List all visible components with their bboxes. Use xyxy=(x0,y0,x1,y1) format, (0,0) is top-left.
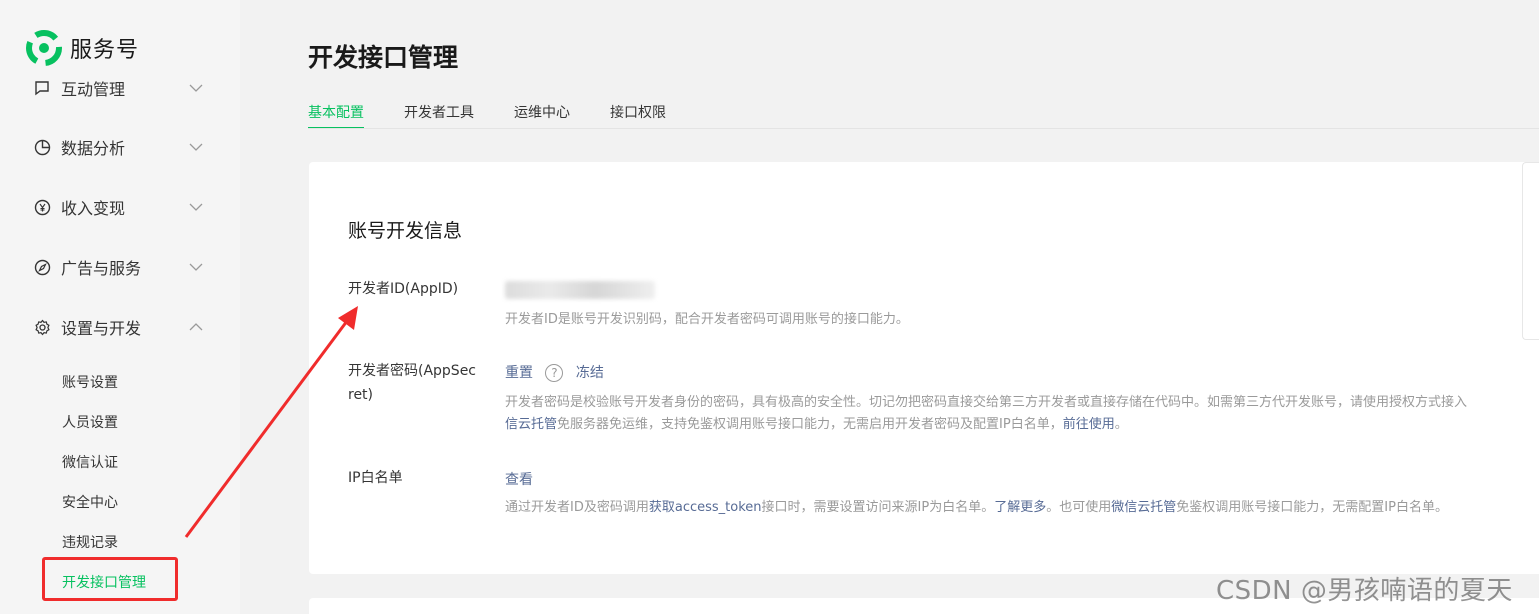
appsecret-description-line2: 信云托管免服务器免运维，支持免鉴权调用账号接口能力，无需启用开发者密码及配置IP… xyxy=(505,414,1128,436)
tab-interface-permissions[interactable]: 接口权限 xyxy=(610,102,666,129)
desc-text: 。 xyxy=(1114,417,1128,432)
get-access-token-link[interactable]: 获取access_token xyxy=(649,500,762,515)
appid-value-redacted xyxy=(505,281,655,299)
view-ip-whitelist-link[interactable]: 查看 xyxy=(505,469,533,489)
sidebar-item-security-center[interactable]: 安全中心 xyxy=(62,492,118,512)
go-use-link[interactable]: 前往使用 xyxy=(1063,417,1115,432)
appsecret-actions: 重置 ? 冻结 xyxy=(505,362,604,382)
appid-label: 开发者ID(AppID) xyxy=(348,281,459,297)
chevron-up-icon xyxy=(189,320,203,334)
gear-icon xyxy=(33,318,51,336)
sidebar-group-monetization[interactable]: 收入变现 xyxy=(33,195,203,219)
chevron-down-icon xyxy=(189,200,203,214)
sidebar-item-member-settings[interactable]: 人员设置 xyxy=(62,412,118,432)
message-icon xyxy=(33,81,51,97)
sidebar-group-label: 收入变现 xyxy=(61,199,126,218)
reset-secret-link[interactable]: 重置 xyxy=(505,365,533,381)
desc-text: 接口时，需要设置访问来源IP为白名单。 xyxy=(761,500,995,515)
wechat-cloud-hosting-link[interactable]: 微信云托管 xyxy=(1111,500,1176,515)
compass-icon xyxy=(33,258,51,276)
section-title: 账号开发信息 xyxy=(348,220,463,242)
desc-text: 免服务器免运维，支持免鉴权调用账号接口能力，无需启用开发者密码及配置IP白名单， xyxy=(557,417,1063,432)
appid-description: 开发者ID是账号开发识别码，配合开发者密码可调用账号的接口能力。 xyxy=(505,312,909,327)
tab-basic-config[interactable]: 基本配置 xyxy=(308,102,364,129)
sidebar-group-label: 数据分析 xyxy=(61,139,126,158)
chevron-down-icon xyxy=(189,140,203,154)
sidebar-group-ads-services[interactable]: 广告与服务 xyxy=(33,255,203,279)
tab-developer-tools[interactable]: 开发者工具 xyxy=(404,102,474,129)
brand[interactable]: 服务号 xyxy=(26,30,139,66)
brand-name: 服务号 xyxy=(70,38,140,63)
ip-whitelist-label: IP白名单 xyxy=(348,470,403,486)
sidebar: 服务号 互动管理 数据分析 收入变现 广告与服务 设置与开发 账号设置 人员设置… xyxy=(0,0,240,614)
appsecret-label: 开发者密码(AppSecret) xyxy=(348,363,477,403)
sidebar-group-interaction[interactable]: 互动管理 xyxy=(33,80,203,100)
wechat-official-logo-icon xyxy=(26,30,62,66)
tabs-divider xyxy=(308,128,1539,129)
sidebar-item-account-settings[interactable]: 账号设置 xyxy=(62,372,118,392)
sidebar-item-violation-records[interactable]: 违规记录 xyxy=(62,532,118,552)
wechat-cloud-hosting-link[interactable]: 信云托管 xyxy=(505,417,557,432)
learn-more-link[interactable]: 了解更多 xyxy=(994,500,1046,515)
floating-panel-edge xyxy=(1522,162,1539,340)
tab-ops-center[interactable]: 运维中心 xyxy=(514,102,570,129)
chevron-down-icon xyxy=(189,260,203,274)
page-title: 开发接口管理 xyxy=(308,43,459,72)
watermark: CSDN @男孩喃语的夏天 xyxy=(1216,576,1513,606)
sidebar-item-wechat-verification[interactable]: 微信认证 xyxy=(62,452,118,472)
desc-text: 免鉴权调用账号接口能力，无需配置IP白名单。 xyxy=(1176,500,1448,515)
freeze-secret-link[interactable]: 冻结 xyxy=(576,365,604,381)
desc-text: 。也可使用 xyxy=(1046,500,1112,515)
pie-chart-icon xyxy=(33,138,51,156)
sidebar-group-label: 互动管理 xyxy=(61,80,126,99)
yen-icon xyxy=(33,198,51,216)
tab-bar: 基本配置 开发者工具 运维中心 接口权限 xyxy=(308,102,706,129)
sidebar-group-settings-dev[interactable]: 设置与开发 xyxy=(33,315,203,339)
appsecret-description: 开发者密码是校验账号开发者身份的密码，具有极高的安全性。切记勿把密码直接交给第三… xyxy=(505,395,1468,410)
annotation-highlight-box xyxy=(42,557,178,601)
desc-text: 通过开发者ID及密码调用 xyxy=(505,500,649,515)
sidebar-group-data-analysis[interactable]: 数据分析 xyxy=(33,135,203,159)
sidebar-group-label: 广告与服务 xyxy=(61,259,142,278)
help-icon[interactable]: ? xyxy=(545,364,564,382)
chevron-down-icon xyxy=(189,81,203,95)
sidebar-group-label: 设置与开发 xyxy=(61,319,142,338)
ip-whitelist-description: 通过开发者ID及密码调用获取access_token接口时，需要设置访问来源IP… xyxy=(505,497,1448,519)
